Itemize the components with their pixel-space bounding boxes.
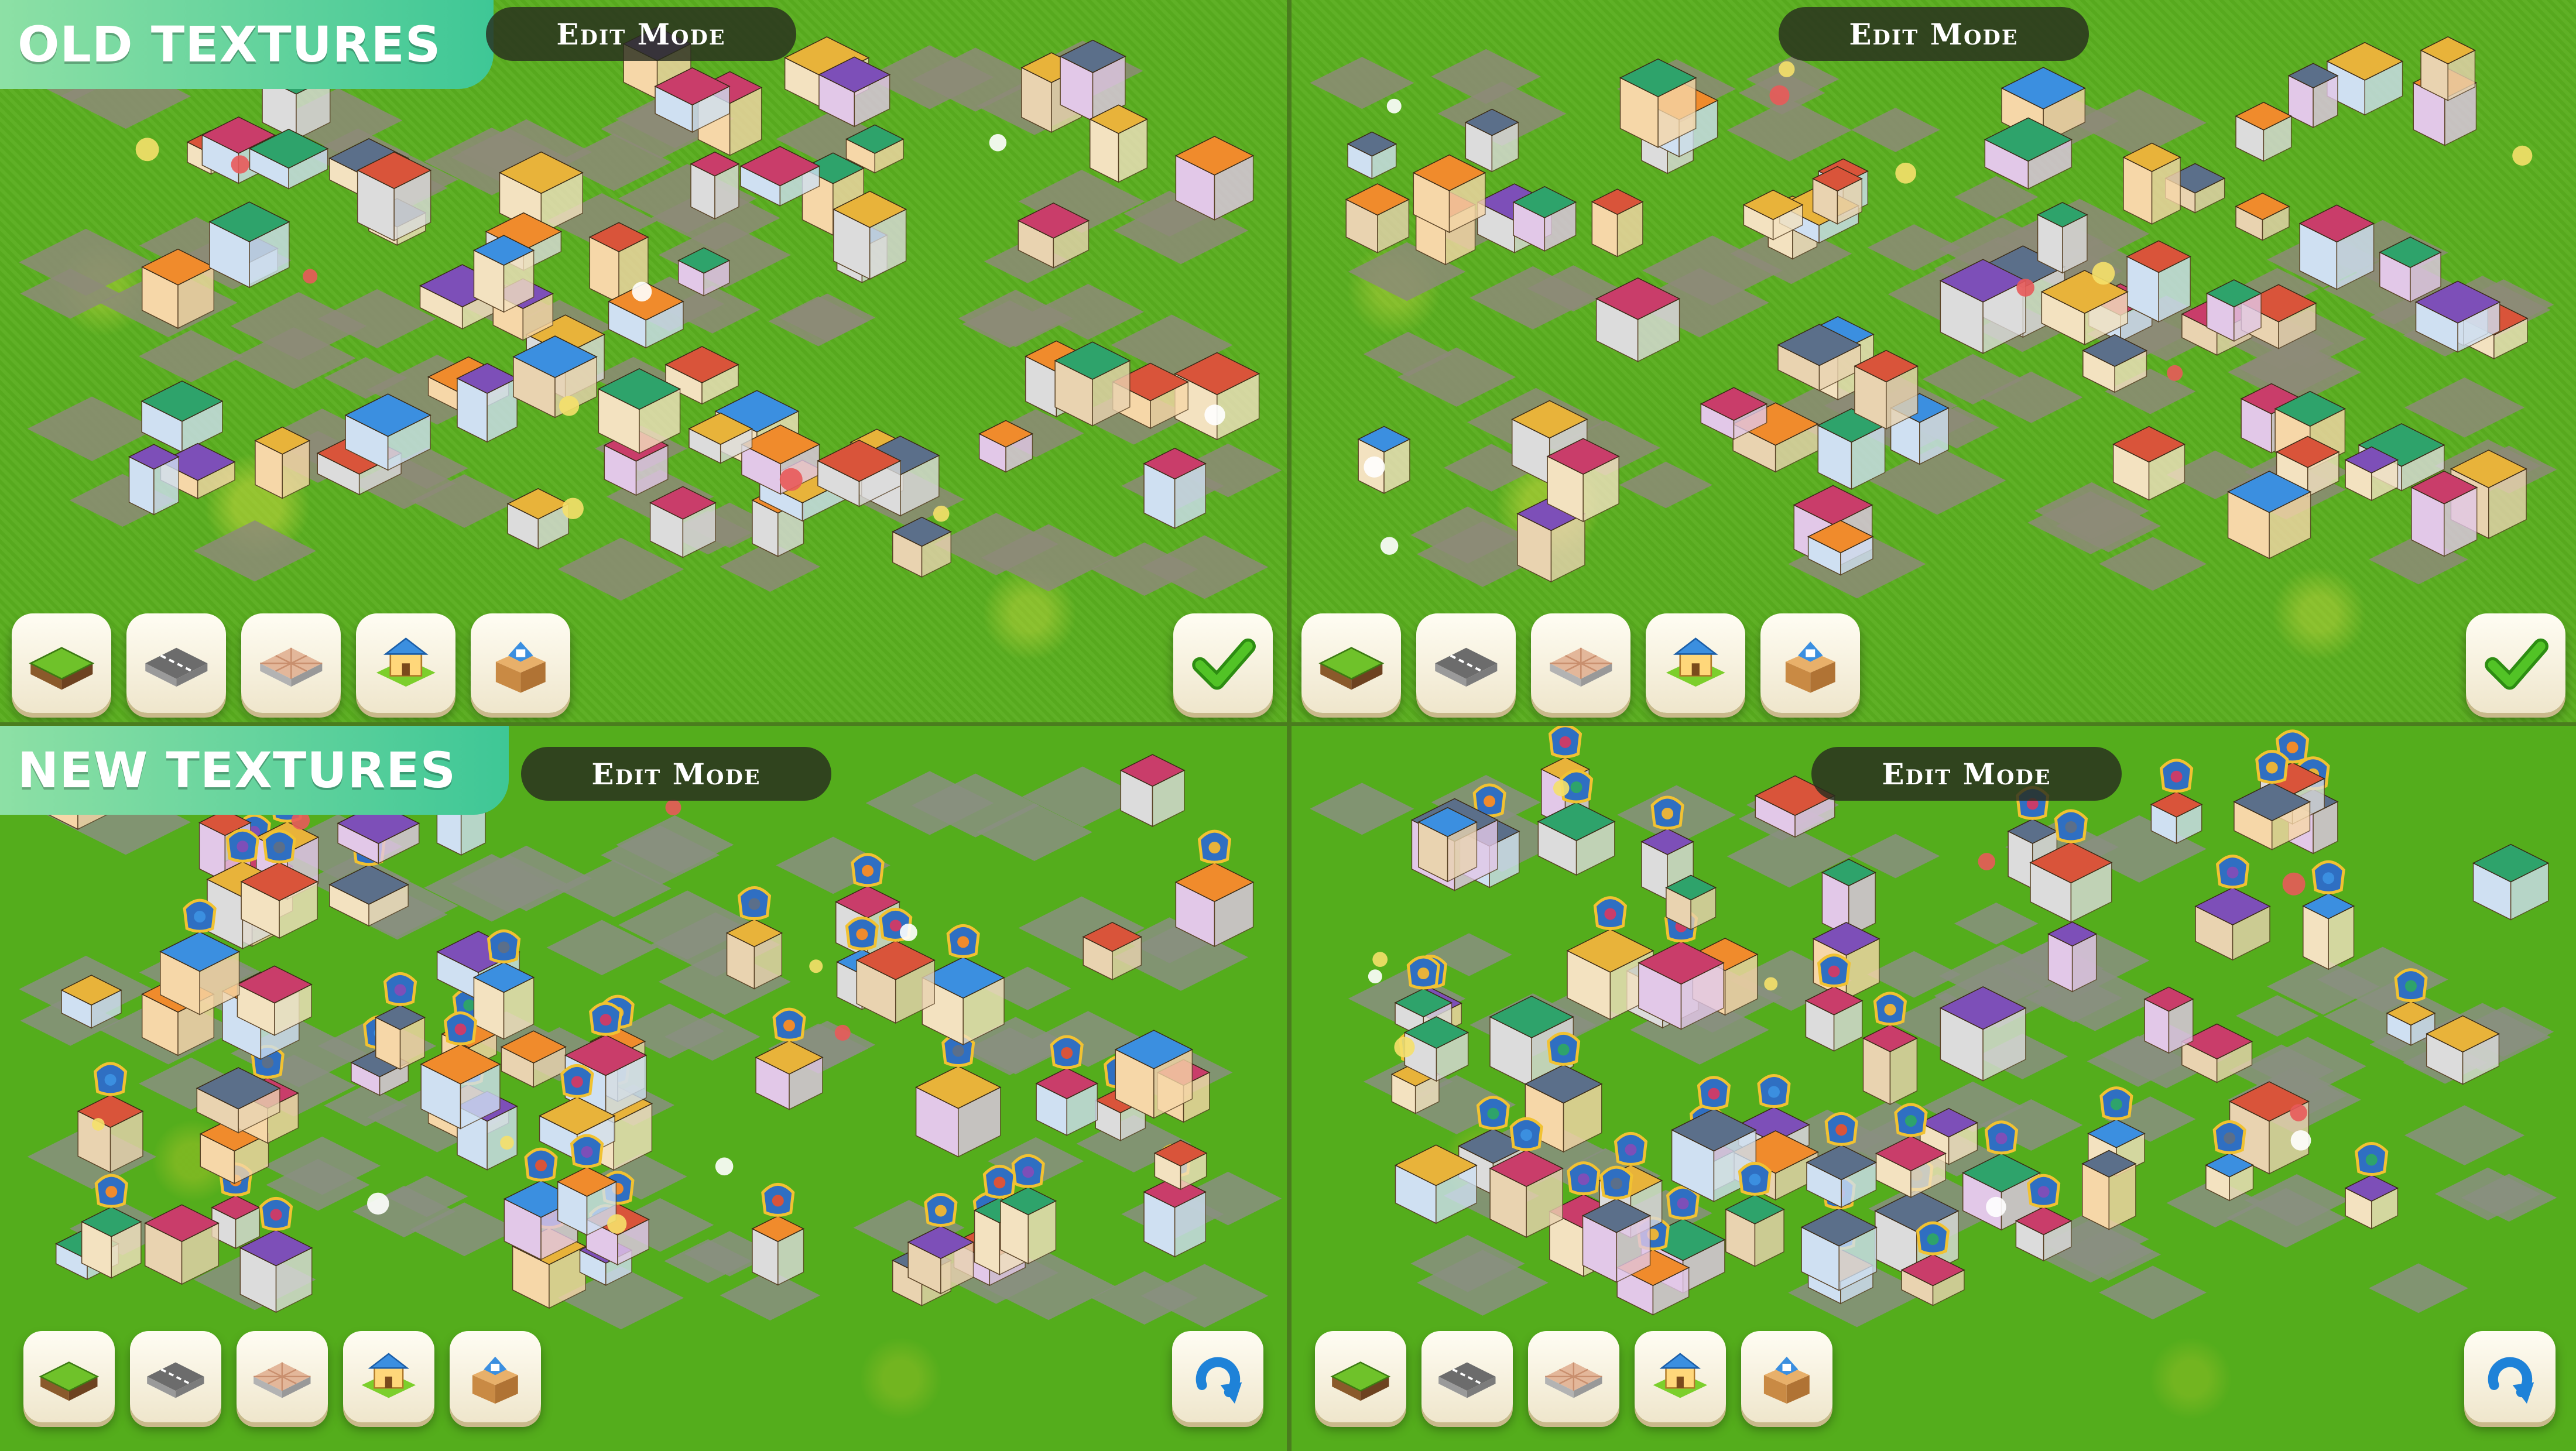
- house-button[interactable]: [356, 613, 455, 713]
- pavement-tile-button[interactable]: [237, 1331, 328, 1422]
- storage-box-button[interactable]: [1741, 1331, 1832, 1422]
- pavement-tile-button[interactable]: [1528, 1331, 1619, 1422]
- edit-mode-title: Edit Mode: [1779, 7, 2089, 61]
- checkmark-icon: [1191, 638, 1256, 690]
- new-textures-banner: NEW TEXTURES: [0, 726, 509, 815]
- road-tile-icon: [145, 647, 208, 687]
- road-tile-icon: [1434, 647, 1498, 687]
- grass-tile-button[interactable]: [12, 613, 111, 713]
- edit-toolbar: [1301, 613, 1860, 713]
- storage-box-icon: [495, 641, 546, 693]
- storage-box-button[interactable]: [450, 1331, 541, 1422]
- rotate-icon: [2488, 1357, 2534, 1404]
- house-icon: [376, 637, 436, 687]
- panel-new-textures-right: Edit Mode: [1292, 726, 2576, 1451]
- house-button[interactable]: [1635, 1331, 1726, 1422]
- new-textures-label: NEW TEXTURES: [18, 742, 457, 799]
- grass-tile-icon: [39, 1361, 100, 1401]
- grass-tile-button[interactable]: [1301, 613, 1401, 713]
- edit-mode-title: Edit Mode: [521, 747, 831, 801]
- house-button[interactable]: [343, 1331, 434, 1422]
- grass-tile-button[interactable]: [23, 1331, 115, 1422]
- grass-tile-icon: [1330, 1361, 1391, 1401]
- rotate-button[interactable]: [1172, 1331, 1263, 1422]
- panel-old-textures-right: Edit Mode: [1292, 0, 2576, 722]
- road-tile-button[interactable]: [130, 1331, 221, 1422]
- panel-divider-horizontal: [0, 722, 2576, 726]
- edit-mode-title: Edit Mode: [1811, 747, 2122, 801]
- pavement-tile-button[interactable]: [241, 613, 341, 713]
- pavement-tile-button[interactable]: [1531, 613, 1630, 713]
- old-textures-banner: OLD TEXTURES: [0, 0, 494, 89]
- edit-toolbar: [12, 613, 570, 713]
- road-tile-icon: [1438, 1362, 1496, 1398]
- road-tile-button[interactable]: [126, 613, 226, 713]
- storage-box-icon: [472, 1356, 518, 1404]
- rotate-icon: [1195, 1357, 1242, 1404]
- storage-box-icon: [1785, 641, 1835, 693]
- rotate-button[interactable]: [2464, 1331, 2556, 1422]
- house-icon: [361, 1353, 416, 1398]
- edit-toolbar: [1315, 1331, 1832, 1422]
- road-tile-button[interactable]: [1421, 1331, 1513, 1422]
- storage-box-button[interactable]: [1760, 613, 1860, 713]
- house-icon: [1666, 637, 1725, 687]
- storage-box-button[interactable]: [471, 613, 570, 713]
- storage-box-icon: [1764, 1356, 1810, 1404]
- checkmark-icon: [2484, 638, 2548, 690]
- grass-tile-icon: [28, 646, 95, 690]
- road-tile-button[interactable]: [1416, 613, 1516, 713]
- old-textures-label: OLD TEXTURES: [18, 16, 441, 73]
- grass-tile-button[interactable]: [1315, 1331, 1406, 1422]
- confirm-button[interactable]: [2466, 613, 2565, 713]
- pavement-tile-icon: [254, 1362, 311, 1398]
- pavement-tile-icon: [1545, 1362, 1602, 1398]
- grass-tile-icon: [1318, 646, 1385, 690]
- house-icon: [1653, 1353, 1708, 1398]
- house-button[interactable]: [1646, 613, 1745, 713]
- pavement-tile-icon: [259, 647, 323, 687]
- panel-old-textures-left: OLD TEXTURES Edit Mode: [0, 0, 1287, 722]
- edit-toolbar: [23, 1331, 541, 1422]
- edit-mode-title: Edit Mode: [486, 7, 796, 61]
- road-tile-icon: [147, 1362, 204, 1398]
- pavement-tile-icon: [1549, 647, 1612, 687]
- confirm-button[interactable]: [1173, 613, 1273, 713]
- panel-new-textures-left: NEW TEXTURES Edit Mode: [0, 726, 1287, 1451]
